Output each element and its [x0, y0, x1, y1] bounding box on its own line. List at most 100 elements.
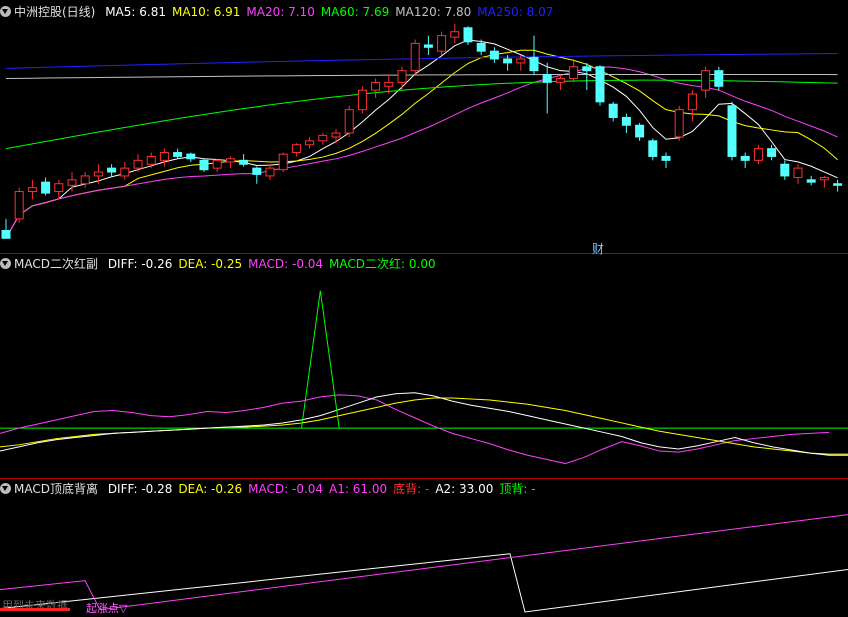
macd1-macd-line [0, 394, 830, 465]
candle-body [595, 66, 605, 103]
legend-name: A1 [329, 482, 345, 496]
candle-body [291, 144, 301, 154]
legend-name: 底背 [393, 482, 418, 496]
candle-body [239, 159, 249, 165]
candle-body [780, 163, 790, 177]
chevron-down-icon[interactable] [0, 6, 11, 17]
candle-body [740, 155, 750, 161]
legend-value: 7.80 [444, 5, 472, 19]
candle-body [661, 155, 671, 161]
candle-body [410, 42, 420, 72]
legend-MA10: MA10: 6.91 [171, 5, 241, 19]
candle-body [833, 183, 843, 186]
ma20-line [5, 66, 838, 239]
legend-value: -0.26 [141, 257, 173, 271]
candle-body [27, 187, 37, 193]
legend-MA120: MA120: 7.80 [395, 5, 472, 19]
legend-name: A2 [435, 482, 452, 496]
candle-body [371, 81, 381, 91]
legend-name: MA60 [320, 5, 355, 19]
legend-value: -0.04 [291, 482, 324, 496]
candle-body [67, 179, 77, 186]
signal-bar [0, 608, 70, 611]
candle-body [80, 175, 90, 185]
candle-body [384, 81, 394, 87]
candle-body [93, 171, 103, 177]
candle-body [753, 148, 763, 161]
legend-A1: A1: 61.00 [329, 482, 388, 496]
legend-value: - [424, 482, 430, 496]
legend-MA20: MA20: 7.10 [246, 5, 315, 19]
candle-body [212, 159, 222, 169]
candle-body [503, 58, 513, 64]
candle-body [555, 77, 565, 83]
rise-point-label: 起涨点▽ [86, 602, 128, 615]
main-panel-header: 中洲控股(日线) MA5: 6.81 MA10: 6.91 MA20: 7.10 MA… [0, 3, 565, 21]
legend-value: 8.07 [526, 5, 554, 19]
macd1-second-red-spike [301, 290, 340, 429]
candle-body [714, 70, 724, 87]
candle-body [357, 89, 367, 111]
chevron-down-icon[interactable] [0, 483, 11, 494]
candle-body [199, 159, 209, 171]
candle-body [318, 134, 328, 142]
candle-body [331, 132, 341, 138]
legend-value: 7.10 [288, 5, 315, 19]
candle-body [133, 159, 143, 169]
candle-body [476, 42, 486, 52]
candle-body [252, 167, 262, 175]
legend-value: -0.25 [211, 257, 243, 271]
candle-body [542, 74, 552, 83]
candle-body [14, 191, 24, 220]
ma10-line [5, 49, 838, 239]
macd-panel-1 [0, 290, 848, 465]
candle-body [146, 155, 156, 165]
legend-value: - [531, 482, 536, 496]
candle-body [793, 167, 803, 178]
finance-marker[interactable]: 财 [592, 240, 604, 257]
candle-body [107, 167, 117, 173]
legend-name: DEA [178, 257, 204, 271]
legend-value: -0.04 [291, 257, 324, 271]
candle-body [569, 66, 579, 79]
macd1-panel-header: MACD二次红副 DIFF: -0.26 DEA: -0.25 MACD: -0.0… [0, 255, 448, 273]
legend-name: MA10 [171, 5, 206, 19]
candle-body [265, 167, 275, 177]
legend-MA250: MA250: 8.07 [477, 5, 554, 19]
ma120-line [5, 73, 838, 79]
legend-value: -0.26 [211, 482, 243, 496]
legend-name: DEA [178, 482, 204, 496]
legend-DEA: DEA: -0.25 [178, 257, 243, 271]
candle-body [819, 176, 829, 181]
legend-顶背: 顶背: - [499, 482, 536, 496]
legend-name: 顶背 [499, 482, 524, 496]
chevron-down-icon[interactable] [0, 258, 11, 269]
legend-MACD: MACD: -0.04 [248, 482, 324, 496]
candle-body [397, 70, 407, 83]
ma60-line [5, 79, 838, 150]
macd2-indicator-legend: DIFF: -0.28 DEA: -0.26 MACD: -0.04 A1: 61.0… [108, 482, 542, 496]
macd1-diff-line [0, 392, 848, 456]
legend-MACD二次红: MACD二次红: 0.00 [329, 257, 436, 271]
candle-body [806, 179, 816, 183]
chart-canvas[interactable] [0, 0, 848, 613]
candle-body [423, 44, 433, 48]
legend-MA60: MA60: 7.69 [320, 5, 390, 19]
legend-DIFF: DIFF: -0.28 [107, 482, 173, 496]
legend-name: MACD [248, 482, 285, 496]
chart-stage: 中洲控股(日线) MA5: 6.81 MA10: 6.91 MA20: 7.10 MA… [0, 0, 848, 615]
candle-body [437, 35, 447, 52]
candle-body [701, 70, 711, 91]
macd-panel-2 [0, 514, 848, 613]
candle-body [463, 27, 473, 43]
candle-body [608, 103, 618, 118]
legend-name: MA20 [246, 5, 281, 19]
legend-底背: 底背: - [393, 482, 430, 496]
candle-body [674, 109, 684, 138]
candle-body [635, 124, 645, 138]
candle-body [1, 230, 11, 239]
candle-body [344, 109, 354, 134]
candle-body [582, 66, 592, 72]
candle-body [120, 167, 130, 177]
candle-body [687, 93, 697, 111]
